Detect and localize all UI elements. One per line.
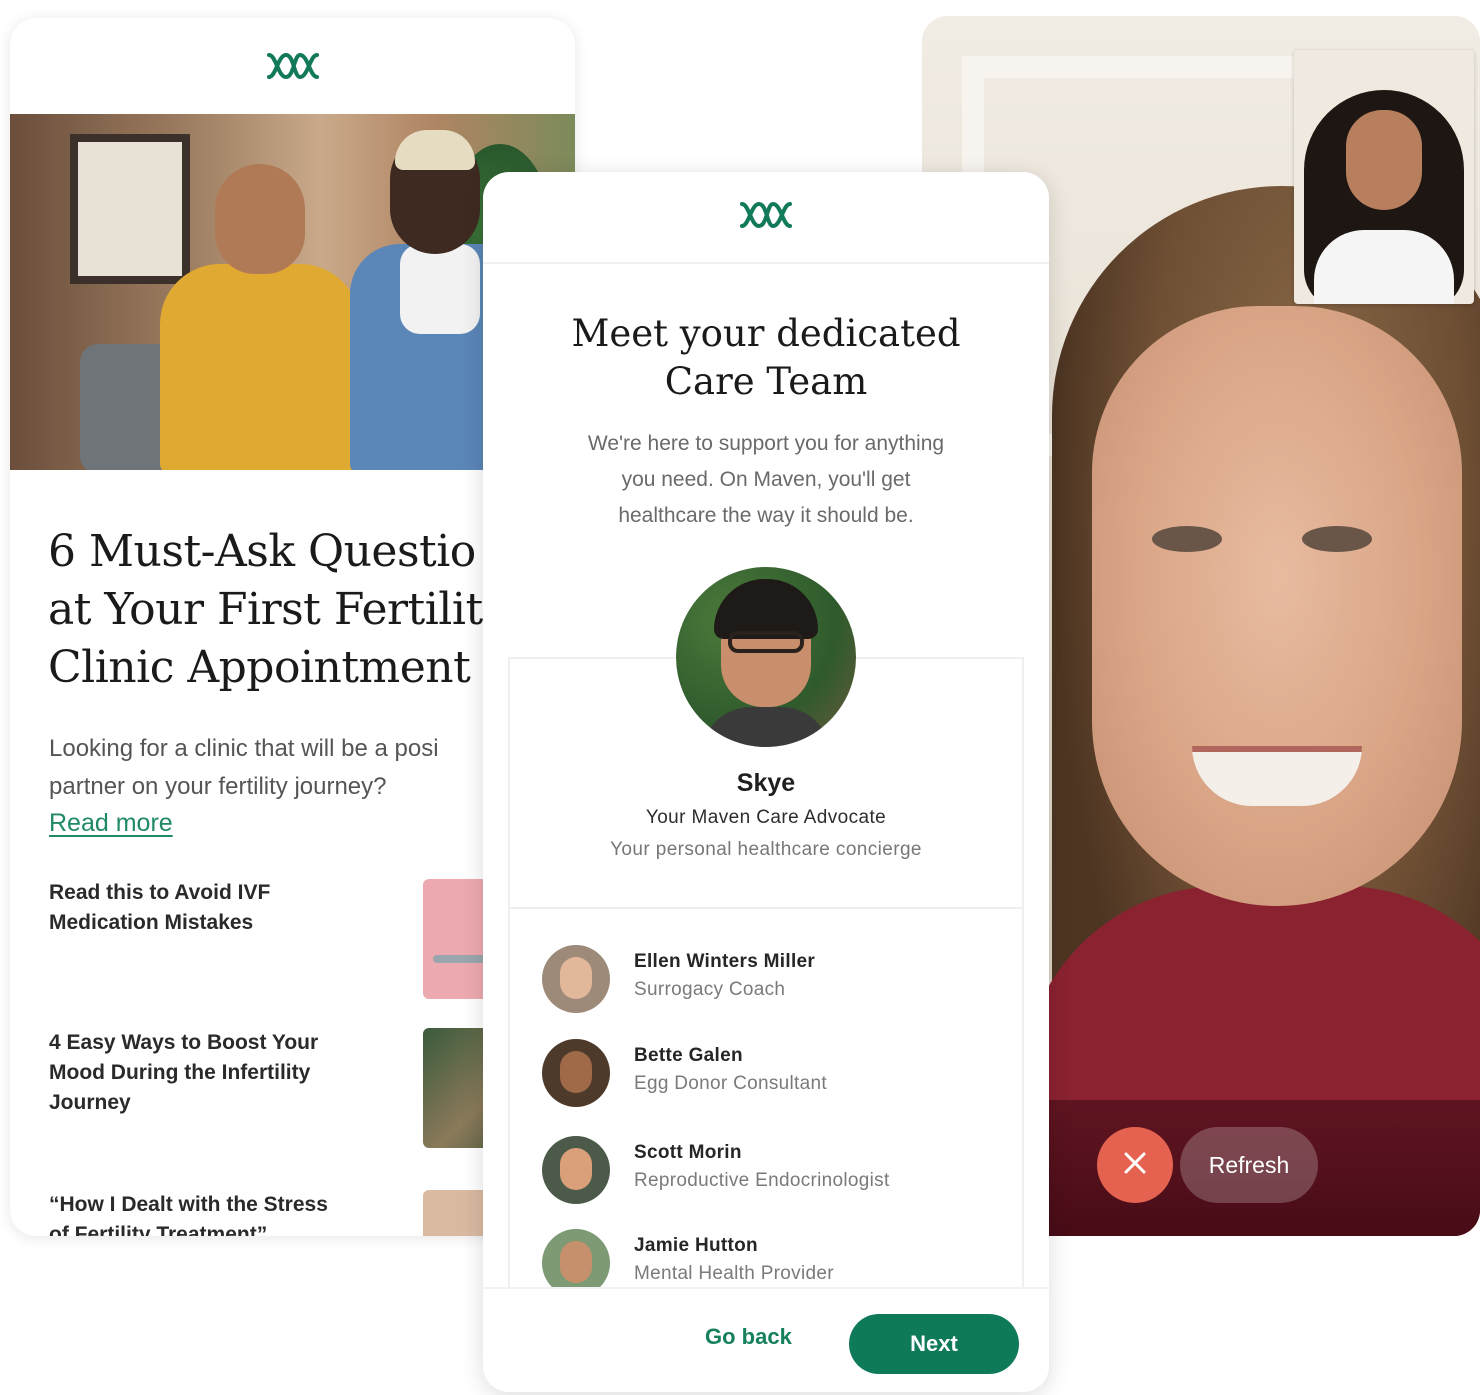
- care-team-title: Meet your dedicated Care Team: [571, 312, 961, 403]
- next-button[interactable]: Next: [849, 1314, 1019, 1374]
- related-article-2[interactable]: 4 Easy Ways to Boost Your Mood During th…: [49, 1028, 409, 1118]
- end-call-button[interactable]: [1097, 1127, 1173, 1203]
- care-team-card: Meet your dedicated Care Team We're here…: [483, 172, 1049, 1392]
- member-name: Scott Morin: [634, 1142, 742, 1163]
- member-name: Ellen Winters Miller: [634, 951, 816, 972]
- member-role: Egg Donor Consultant: [634, 1073, 827, 1094]
- caller-video: [1022, 186, 1480, 1236]
- care-team-header: [483, 172, 1049, 264]
- article-header: [10, 18, 575, 114]
- avatar: [676, 567, 856, 747]
- maven-logo-icon: [739, 200, 793, 235]
- advocate-name: Skye: [736, 769, 796, 797]
- close-icon: [1122, 1150, 1148, 1181]
- read-more-link[interactable]: Read more: [49, 806, 173, 840]
- care-team-subtitle: We're here to support you for anything y…: [587, 432, 945, 527]
- advocate-role: Your Maven Care Advocate: [645, 807, 887, 828]
- care-team-list: Ellen Winters Miller Surrogacy Coach Bet…: [508, 907, 1024, 1297]
- go-back-button[interactable]: Go back: [705, 1324, 792, 1350]
- related-article-1[interactable]: Read this to Avoid IVF Medication Mistak…: [49, 878, 409, 938]
- maven-logo-icon: [266, 51, 320, 81]
- member-role: Mental Health Provider: [634, 1263, 834, 1284]
- advocate-description: Your personal healthcare concierge: [610, 839, 922, 860]
- list-item[interactable]: Ellen Winters Miller Surrogacy Coach: [510, 945, 1022, 1015]
- member-name: Bette Galen: [634, 1045, 743, 1066]
- list-item[interactable]: Bette Galen Egg Donor Consultant: [510, 1039, 1022, 1109]
- avatar: [542, 1136, 610, 1204]
- refresh-button[interactable]: Refresh: [1180, 1127, 1318, 1203]
- list-item[interactable]: Scott Morin Reproductive Endocrinologist: [510, 1136, 1022, 1206]
- member-role: Reproductive Endocrinologist: [634, 1170, 890, 1191]
- related-article-3[interactable]: “How I Dealt with the Stress of Fertilit…: [49, 1190, 409, 1236]
- member-role: Surrogacy Coach: [634, 979, 786, 1000]
- avatar: [542, 1039, 610, 1107]
- avatar: [542, 945, 610, 1013]
- member-name: Jamie Hutton: [634, 1235, 758, 1256]
- self-view-video[interactable]: [1294, 50, 1474, 304]
